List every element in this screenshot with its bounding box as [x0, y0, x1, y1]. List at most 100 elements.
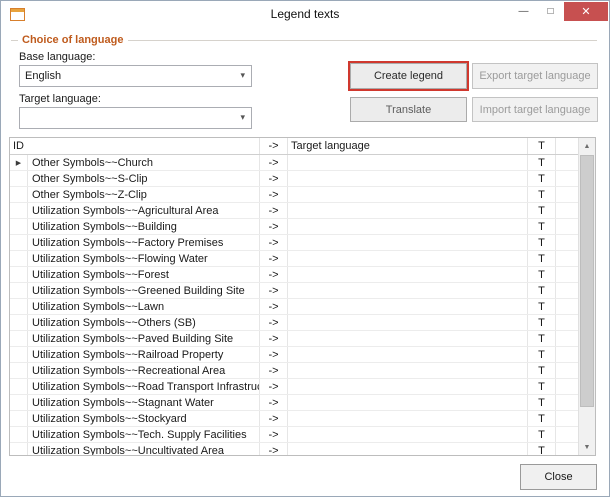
row-t-cell[interactable]: T: [528, 443, 556, 456]
vertical-scrollbar[interactable]: ▲ ▼: [578, 138, 595, 455]
table-row[interactable]: Utilization Symbols~~Road Transport Infr…: [10, 379, 578, 395]
header-arrow[interactable]: ->: [260, 138, 288, 154]
row-target-language-cell[interactable]: [288, 363, 528, 378]
row-t-cell[interactable]: T: [528, 219, 556, 234]
row-id-cell[interactable]: Utilization Symbols~~Tech. Supply Facili…: [28, 427, 260, 442]
row-t-cell[interactable]: T: [528, 411, 556, 426]
header-id[interactable]: ID: [10, 138, 260, 154]
row-t-cell[interactable]: T: [528, 171, 556, 186]
table-row[interactable]: Other Symbols~~S-Clip->T: [10, 171, 578, 187]
table-row[interactable]: Utilization Symbols~~Flowing Water->T: [10, 251, 578, 267]
table-row[interactable]: Utilization Symbols~~Forest->T: [10, 267, 578, 283]
row-id-cell[interactable]: Utilization Symbols~~Uncultivated Area: [28, 443, 260, 456]
table-row[interactable]: Utilization Symbols~~Tech. Supply Facili…: [10, 427, 578, 443]
table-row[interactable]: ▶Other Symbols~~Church->T: [10, 155, 578, 171]
row-target-language-cell[interactable]: [288, 251, 528, 266]
row-t-cell[interactable]: T: [528, 379, 556, 394]
row-t-cell[interactable]: T: [528, 331, 556, 346]
row-t-cell[interactable]: T: [528, 155, 556, 170]
scroll-up-icon[interactable]: ▲: [579, 138, 595, 154]
table-row[interactable]: Utilization Symbols~~Lawn->T: [10, 299, 578, 315]
header-t[interactable]: T: [528, 138, 556, 154]
row-target-language-cell[interactable]: [288, 443, 528, 456]
row-target-language-cell[interactable]: [288, 299, 528, 314]
legend-texts-dialog: Legend texts — □ ✕ Choice of language Ba…: [0, 0, 610, 497]
table-row[interactable]: Utilization Symbols~~Recreational Area->…: [10, 363, 578, 379]
table-row[interactable]: Utilization Symbols~~Stagnant Water->T: [10, 395, 578, 411]
row-id-cell[interactable]: Other Symbols~~S-Clip: [28, 171, 260, 186]
translate-button[interactable]: Translate: [350, 97, 467, 122]
row-target-language-cell[interactable]: [288, 203, 528, 218]
row-target-language-cell[interactable]: [288, 283, 528, 298]
table-row[interactable]: Utilization Symbols~~Uncultivated Area->…: [10, 443, 578, 456]
row-target-language-cell[interactable]: [288, 411, 528, 426]
row-target-language-cell[interactable]: [288, 315, 528, 330]
row-t-cell[interactable]: T: [528, 235, 556, 250]
row-id-cell[interactable]: Utilization Symbols~~Building: [28, 219, 260, 234]
row-t-cell[interactable]: T: [528, 187, 556, 202]
table-row[interactable]: Utilization Symbols~~Railroad Property->…: [10, 347, 578, 363]
row-arrow-cell: ->: [260, 283, 288, 298]
scroll-down-icon[interactable]: ▼: [579, 439, 595, 455]
row-id-cell[interactable]: Utilization Symbols~~Others (SB): [28, 315, 260, 330]
table-row[interactable]: Utilization Symbols~~Building->T: [10, 219, 578, 235]
import-target-language-button[interactable]: Import target language: [472, 97, 598, 122]
table-row[interactable]: Utilization Symbols~~Others (SB)->T: [10, 315, 578, 331]
row-t-cell[interactable]: T: [528, 251, 556, 266]
target-language-select[interactable]: ▾: [19, 107, 252, 129]
row-t-cell[interactable]: T: [528, 363, 556, 378]
row-selector: [10, 363, 28, 378]
row-id-cell[interactable]: Utilization Symbols~~Flowing Water: [28, 251, 260, 266]
row-t-cell[interactable]: T: [528, 347, 556, 362]
create-legend-button[interactable]: Create legend: [350, 63, 467, 89]
row-target-language-cell[interactable]: [288, 379, 528, 394]
row-target-language-cell[interactable]: [288, 235, 528, 250]
row-target-language-cell[interactable]: [288, 267, 528, 282]
maximize-button[interactable]: □: [537, 2, 564, 21]
base-language-select[interactable]: English ▾: [19, 65, 252, 87]
row-id-cell[interactable]: Utilization Symbols~~Forest: [28, 267, 260, 282]
row-t-cell[interactable]: T: [528, 427, 556, 442]
row-t-cell[interactable]: T: [528, 203, 556, 218]
close-button[interactable]: Close: [520, 464, 597, 490]
row-id-cell[interactable]: Utilization Symbols~~Stockyard: [28, 411, 260, 426]
row-target-language-cell[interactable]: [288, 155, 528, 170]
row-id-cell[interactable]: Utilization Symbols~~Stagnant Water: [28, 395, 260, 410]
row-id-cell[interactable]: Utilization Symbols~~Road Transport Infr…: [28, 379, 260, 394]
row-id-cell[interactable]: Utilization Symbols~~Greened Building Si…: [28, 283, 260, 298]
row-target-language-cell[interactable]: [288, 331, 528, 346]
scrollbar-thumb[interactable]: [580, 155, 594, 407]
header-target-language[interactable]: Target language: [288, 138, 528, 154]
table-row[interactable]: Utilization Symbols~~Paved Building Site…: [10, 331, 578, 347]
row-id-cell[interactable]: Utilization Symbols~~Factory Premises: [28, 235, 260, 250]
row-id-cell[interactable]: Utilization Symbols~~Lawn: [28, 299, 260, 314]
groupbox-title: Choice of language: [18, 34, 128, 46]
row-t-cell[interactable]: T: [528, 267, 556, 282]
chevron-down-icon: ▾: [240, 70, 245, 81]
row-target-language-cell[interactable]: [288, 427, 528, 442]
table-row[interactable]: Utilization Symbols~~Stockyard->T: [10, 411, 578, 427]
row-id-cell[interactable]: Other Symbols~~Church: [28, 155, 260, 170]
close-window-button[interactable]: ✕: [564, 2, 608, 21]
row-id-cell[interactable]: Utilization Symbols~~Agricultural Area: [28, 203, 260, 218]
row-target-language-cell[interactable]: [288, 171, 528, 186]
row-id-cell[interactable]: Utilization Symbols~~Paved Building Site: [28, 331, 260, 346]
row-target-language-cell[interactable]: [288, 219, 528, 234]
table-row[interactable]: Utilization Symbols~~Factory Premises->T: [10, 235, 578, 251]
row-t-cell[interactable]: T: [528, 395, 556, 410]
row-target-language-cell[interactable]: [288, 395, 528, 410]
table-row[interactable]: Utilization Symbols~~Agricultural Area->…: [10, 203, 578, 219]
table-row[interactable]: Other Symbols~~Z-Clip->T: [10, 187, 578, 203]
export-target-language-button[interactable]: Export target language: [472, 63, 598, 89]
row-t-cell[interactable]: T: [528, 299, 556, 314]
row-t-cell[interactable]: T: [528, 315, 556, 330]
row-t-cell[interactable]: T: [528, 283, 556, 298]
minimize-button[interactable]: —: [510, 2, 537, 21]
row-target-language-cell[interactable]: [288, 347, 528, 362]
table-header: ID -> Target language T: [10, 138, 578, 155]
row-id-cell[interactable]: Utilization Symbols~~Railroad Property: [28, 347, 260, 362]
row-id-cell[interactable]: Other Symbols~~Z-Clip: [28, 187, 260, 202]
row-id-cell[interactable]: Utilization Symbols~~Recreational Area: [28, 363, 260, 378]
table-row[interactable]: Utilization Symbols~~Greened Building Si…: [10, 283, 578, 299]
row-target-language-cell[interactable]: [288, 187, 528, 202]
